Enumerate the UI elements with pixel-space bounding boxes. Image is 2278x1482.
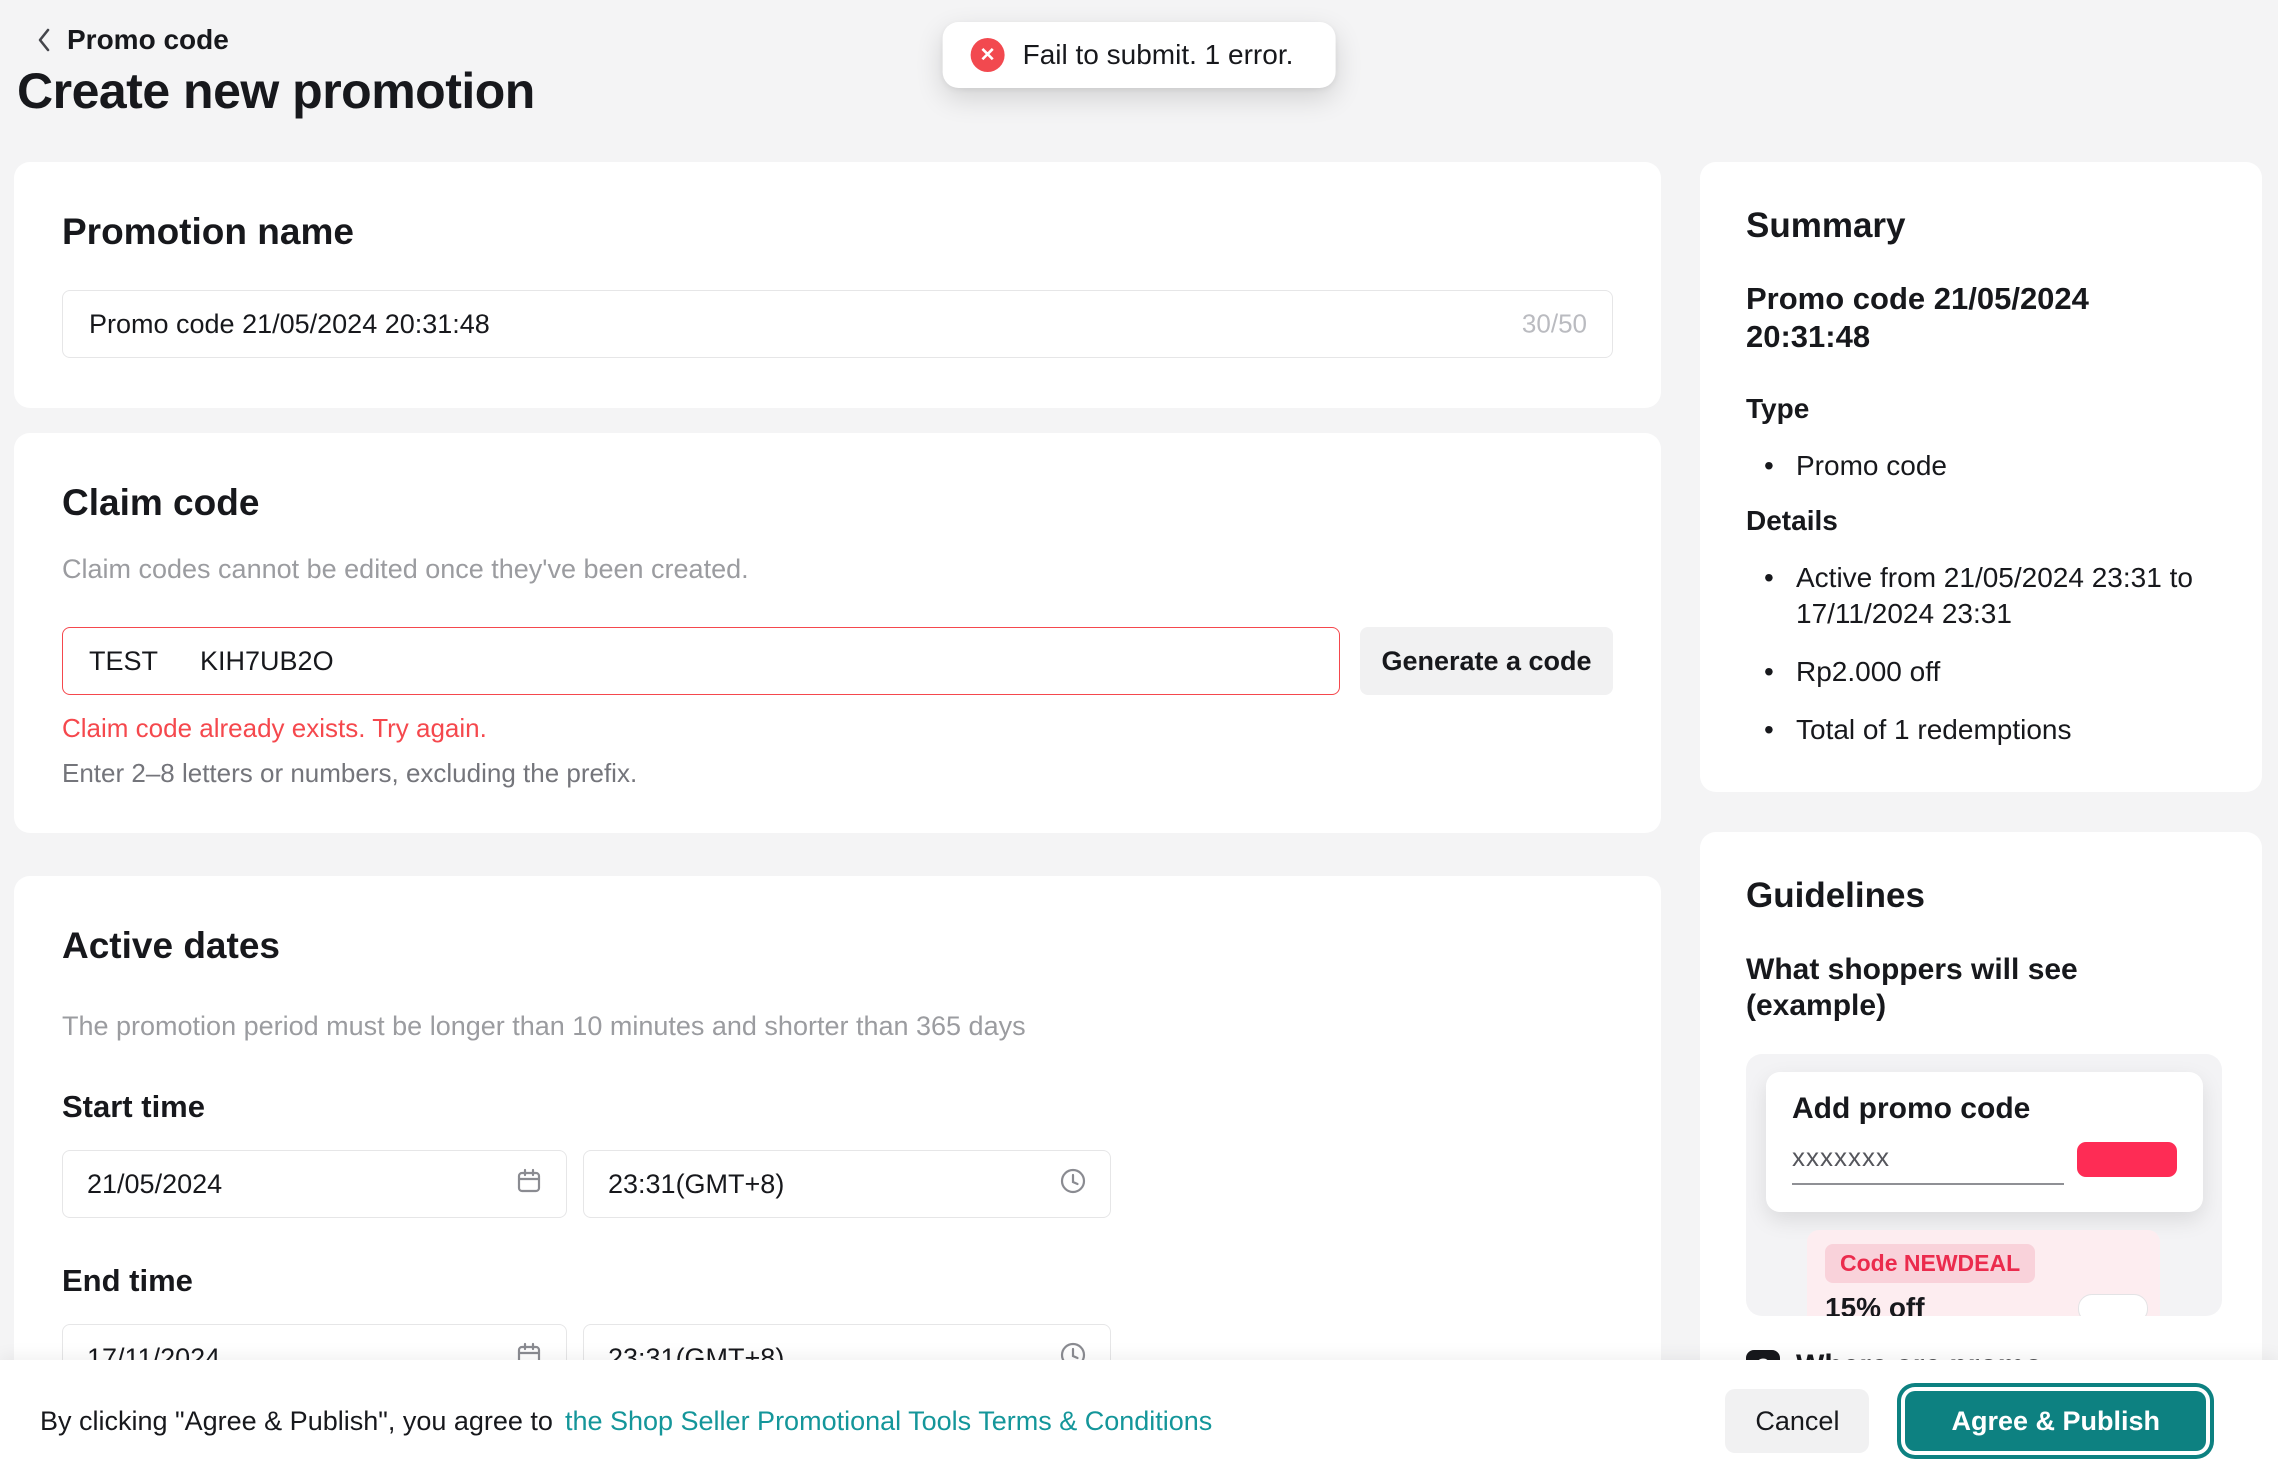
shopper-example-illustration: Add promo code xxxxxxx Code NEWDEAL 15% …: [1746, 1054, 2222, 1316]
calendar-icon: [514, 1166, 544, 1203]
promotion-name-card: Promotion name 30/50: [14, 162, 1661, 408]
start-date-picker[interactable]: 21/05/2024: [62, 1150, 567, 1218]
breadcrumb[interactable]: Promo code: [33, 24, 229, 56]
promotion-name-title: Promotion name: [62, 210, 1613, 254]
claim-code-description: Claim codes cannot be edited once they'v…: [62, 551, 1613, 587]
sidebar: Summary Promo code 21/05/2024 20:31:48 T…: [1700, 162, 2262, 1470]
claim-code-error: Claim code already exists. Try again.: [62, 713, 1613, 744]
list-item: Total of 1 redemptions: [1746, 712, 2216, 748]
guidelines-subtitle: What shoppers will see (example): [1746, 952, 2222, 1024]
agreement-text: By clicking "Agree & Publish", you agree…: [40, 1406, 553, 1437]
cancel-button[interactable]: Cancel: [1725, 1389, 1869, 1453]
start-time-value: 23:31(GMT+8): [608, 1169, 784, 1200]
footer-action-bar: By clicking "Agree & Publish", you agree…: [0, 1360, 2278, 1482]
create-promotion-page: Promo code Create new promotion ✕ Fail t…: [0, 0, 2278, 1482]
summary-type-label: Type: [1746, 392, 2216, 426]
back-chevron-icon: [33, 25, 55, 55]
active-dates-description: The promotion period must be longer than…: [62, 1008, 1613, 1044]
start-date-value: 21/05/2024: [87, 1169, 222, 1200]
error-toast: ✕ Fail to submit. 1 error.: [943, 22, 1336, 88]
promotion-name-input[interactable]: [62, 290, 1613, 358]
breadcrumb-label: Promo code: [67, 24, 229, 56]
end-time-label: End time: [62, 1262, 1613, 1300]
example-code-input: xxxxxxx: [1792, 1142, 2064, 1185]
summary-title: Summary: [1746, 206, 2216, 246]
claim-code-prefix: TEST: [89, 646, 158, 677]
generate-code-button[interactable]: Generate a code: [1360, 627, 1613, 695]
example-apply-button: [2077, 1142, 2177, 1177]
form-column: Promotion name 30/50 Claim code Claim co…: [14, 162, 1661, 1436]
example-discount: 15% off: [1825, 1292, 1925, 1316]
clock-icon: [1058, 1166, 1088, 1203]
claim-code-value: KIH7UB2O: [200, 646, 334, 677]
page-title: Create new promotion: [17, 62, 535, 120]
active-dates-title: Active dates: [62, 924, 1613, 968]
agree-publish-button[interactable]: Agree & Publish: [1905, 1391, 2206, 1451]
claim-code-input[interactable]: TEST KIH7UB2O: [62, 627, 1340, 695]
example-code-badge: Code NEWDEAL: [1825, 1244, 2035, 1283]
list-item: Rp2.000 off: [1746, 654, 2216, 690]
active-dates-card: Active dates The promotion period must b…: [14, 876, 1661, 1436]
example-claim-button: [2078, 1294, 2148, 1317]
claim-code-card: Claim code Claim codes cannot be edited …: [14, 433, 1661, 833]
summary-details-list: Active from 21/05/2024 23:31 to 17/11/20…: [1746, 560, 2216, 748]
example-add-promo-label: Add promo code: [1792, 1092, 2177, 1126]
char-counter: 30/50: [1522, 309, 1587, 340]
list-item: Active from 21/05/2024 23:31 to 17/11/20…: [1746, 560, 2216, 632]
summary-card: Summary Promo code 21/05/2024 20:31:48 T…: [1700, 162, 2262, 792]
summary-type-list: Promo code: [1746, 448, 2216, 484]
start-time-picker[interactable]: 23:31(GMT+8): [583, 1150, 1111, 1218]
summary-promo-name: Promo code 21/05/2024 20:31:48: [1746, 280, 2216, 356]
error-circle-icon: ✕: [971, 38, 1005, 72]
example-add-promo-card: Add promo code xxxxxxx: [1766, 1072, 2203, 1212]
example-coupon: Code NEWDEAL 15% off: [1807, 1230, 2160, 1316]
claim-code-title: Claim code: [62, 481, 1613, 525]
toast-message: Fail to submit. 1 error.: [1023, 39, 1294, 71]
claim-code-helper: Enter 2–8 letters or numbers, excluding …: [62, 758, 1613, 789]
list-item: Promo code: [1746, 448, 2216, 484]
terms-and-conditions-link[interactable]: the Shop Seller Promotional Tools Terms …: [565, 1406, 1212, 1437]
summary-details-label: Details: [1746, 504, 2216, 538]
agreement-text-row: By clicking "Agree & Publish", you agree…: [40, 1406, 1212, 1437]
start-time-label: Start time: [62, 1088, 1613, 1126]
guidelines-title: Guidelines: [1746, 876, 2222, 916]
